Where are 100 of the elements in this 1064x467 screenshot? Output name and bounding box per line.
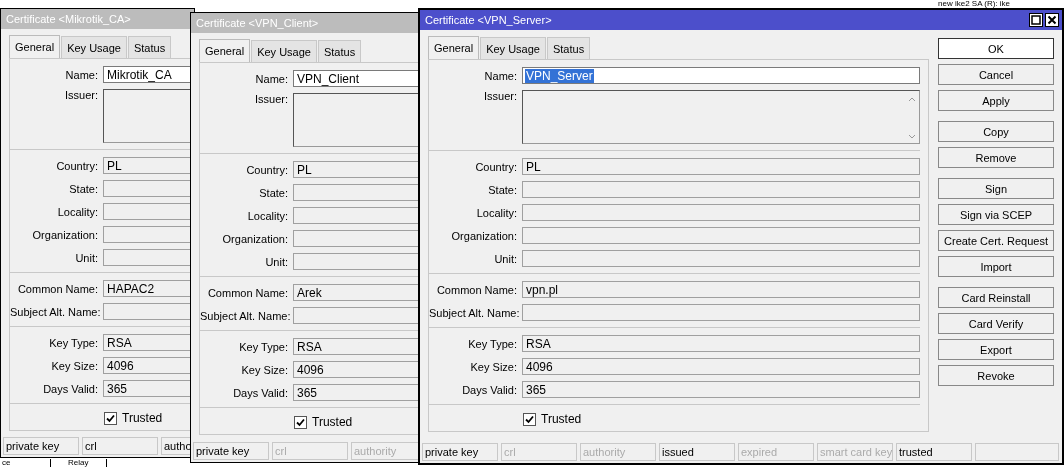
field-label: Subject Alt. Name:	[10, 305, 102, 318]
dialog-button[interactable]: Apply	[938, 90, 1054, 111]
dialog-button[interactable]: Cancel	[938, 64, 1054, 85]
dialog-button[interactable]: Export	[938, 339, 1054, 360]
status-cell: crl	[501, 443, 577, 461]
field-label: Key Type:	[48, 336, 99, 349]
dialog-button[interactable]: Card Reinstall	[938, 287, 1054, 308]
status-cell: private key	[3, 437, 79, 455]
checkbox[interactable]	[523, 412, 536, 426]
field-label: Locality:	[246, 209, 289, 222]
status-cell: crl	[82, 437, 158, 455]
field-label: Key Type:	[238, 340, 289, 353]
dialog-button[interactable]: Sign	[938, 178, 1054, 199]
input-field[interactable]: 4096	[293, 361, 419, 378]
input-field[interactable]: PL	[522, 158, 920, 175]
maximize-icon[interactable]	[1029, 13, 1043, 27]
field-label: Unit:	[74, 251, 99, 264]
tab[interactable]: Status	[546, 37, 591, 59]
status-cell: private key	[422, 443, 498, 461]
status-cell: issued	[659, 443, 735, 461]
field-label: Days Valid:	[232, 386, 289, 399]
field-label: Unit:	[264, 255, 289, 268]
input-field[interactable]: PL	[293, 161, 419, 178]
input-field[interactable]	[522, 304, 920, 321]
field-label: Organization:	[450, 229, 518, 242]
input-field[interactable]: 365	[293, 384, 419, 401]
field-label: Issuer:	[483, 90, 518, 102]
checkbox[interactable]	[294, 415, 307, 429]
tab[interactable]: Key Usage	[61, 36, 127, 58]
field-label: Name:	[254, 72, 289, 85]
field-label: Locality:	[475, 206, 518, 219]
field-label: Locality:	[56, 205, 99, 218]
background-text: Relay	[68, 459, 108, 467]
input-field[interactable]	[522, 250, 920, 267]
field-label: Issuer:	[64, 89, 99, 101]
tab[interactable]: General	[428, 36, 480, 59]
field-label: Unit:	[493, 252, 518, 265]
field-label: Subject Alt. Name:	[200, 309, 292, 322]
field-label: Key Size:	[50, 359, 99, 372]
background-text: ce	[2, 459, 52, 467]
window-title: Certificate <VPN_Server>	[425, 14, 552, 26]
field-label: Common Name:	[206, 286, 289, 299]
input-field[interactable]: VPN_Server	[522, 67, 920, 84]
tab[interactable]: Status	[127, 36, 172, 58]
status-cell: smart card key	[817, 443, 893, 461]
tab[interactable]: Status	[317, 40, 362, 62]
input-field[interactable]	[522, 181, 920, 198]
input-field[interactable]	[522, 204, 920, 221]
tab[interactable]: General	[9, 35, 61, 58]
input-field[interactable]: 4096	[522, 358, 920, 375]
input-field[interactable]: Arek	[293, 284, 419, 301]
field-label: Country:	[474, 160, 518, 173]
field-label: Common Name:	[16, 282, 99, 295]
tab[interactable]: General	[199, 39, 251, 62]
checkbox-label: Trusted	[312, 415, 353, 429]
field-label: State:	[258, 186, 289, 199]
field-label: Days Valid:	[461, 383, 518, 396]
checkbox-label: Trusted	[541, 412, 582, 426]
background-text: new ike2 SA (R): ike	[938, 0, 1011, 8]
field-label: State:	[487, 183, 518, 196]
dialog-button[interactable]: Create Cert. Request	[938, 230, 1054, 251]
status-cell: authority	[580, 443, 656, 461]
input-field[interactable]: 365	[522, 381, 920, 398]
field-label: Country:	[245, 163, 289, 176]
status-cell: trusted	[896, 443, 972, 461]
status-cell: private key	[193, 442, 269, 460]
dialog-button[interactable]: Card Verify	[938, 313, 1054, 334]
checkbox[interactable]	[104, 411, 117, 425]
input-field[interactable]	[522, 227, 920, 244]
field-label: Organization:	[221, 232, 289, 245]
status-cell: expired	[738, 443, 814, 461]
field-label: Days Valid:	[42, 382, 99, 395]
field-label: Key Size:	[240, 363, 289, 376]
tab[interactable]: Key Usage	[480, 37, 546, 59]
field-label: Name:	[483, 69, 518, 82]
tab[interactable]: Key Usage	[251, 40, 317, 62]
input-field[interactable]: VPN_Client	[293, 70, 419, 87]
dialog-button[interactable]: OK	[938, 38, 1054, 59]
dialog-button[interactable]: Copy	[938, 121, 1054, 142]
dialog-button[interactable]: Remove	[938, 147, 1054, 168]
field-label: Key Type:	[467, 337, 518, 350]
window-title: Certificate <VPN_Client>	[196, 17, 319, 29]
dialog-button[interactable]: Revoke	[938, 365, 1054, 386]
field-label: Organization:	[31, 228, 99, 241]
dialog-button[interactable]: Import	[938, 256, 1054, 277]
input-field[interactable]: RSA	[522, 335, 920, 352]
text-area[interactable]	[522, 90, 920, 144]
input-field[interactable]: vpn.pl	[522, 281, 920, 298]
window-title: Certificate <Mikrotik_CA>	[6, 13, 131, 25]
field-label: Country:	[55, 159, 99, 172]
close-icon[interactable]	[1045, 13, 1059, 27]
dialog-button[interactable]: Sign via SCEP	[938, 204, 1054, 225]
checkbox-label: Trusted	[122, 411, 163, 425]
field-label: Subject Alt. Name:	[429, 306, 521, 319]
field-label: Common Name:	[435, 283, 518, 296]
field-label: State:	[68, 182, 99, 195]
input-field[interactable]: RSA	[293, 338, 419, 355]
status-cell: crl	[272, 442, 348, 460]
field-label: Name:	[64, 68, 99, 81]
field-label: Key Size:	[469, 360, 518, 373]
